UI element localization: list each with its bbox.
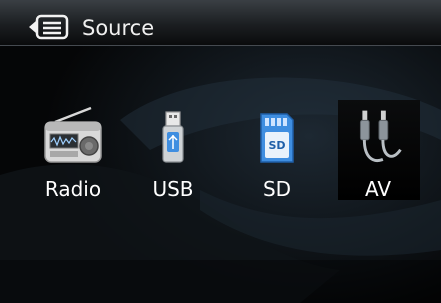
source-usb-label: USB [152,177,194,201]
header-bar: Source [0,0,441,46]
usb-drive-icon [162,111,184,163]
source-sd-button[interactable]: SD SD [237,100,317,201]
source-usb-button[interactable]: USB [133,100,213,201]
source-sd-label: SD [262,177,292,201]
source-radio-button[interactable]: Radio [33,100,113,201]
page-title: Source [82,16,155,40]
source-screen: Source Radio USB SD SD AV [0,0,441,303]
sd-card-icon: SD [260,113,294,163]
source-av-button[interactable]: AV [338,100,420,201]
source-list-icon [29,14,69,40]
av-cable-icon [359,110,402,162]
source-radio-label: Radio [44,177,102,201]
svg-text:SD: SD [268,139,285,152]
radio-icon [44,106,102,163]
source-av-label: AV [364,177,392,201]
